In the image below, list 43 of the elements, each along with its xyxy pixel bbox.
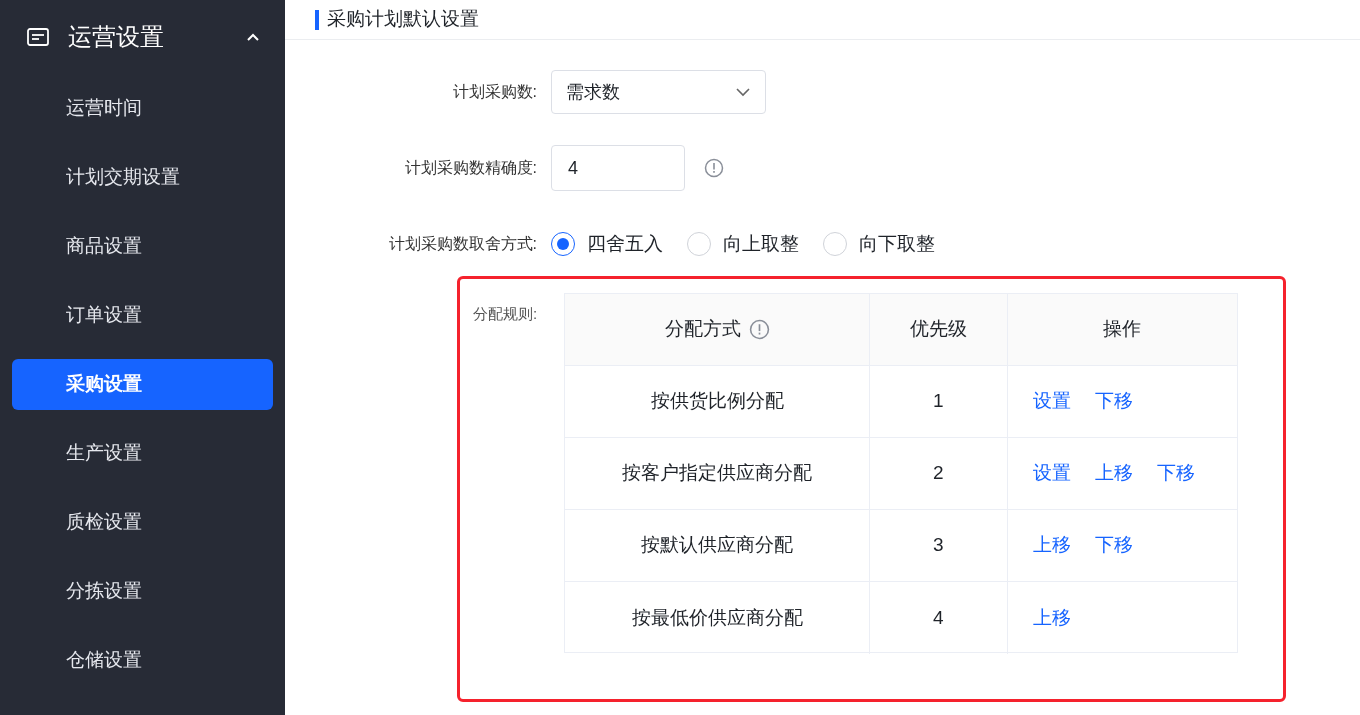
action-link[interactable]: 下移 xyxy=(1094,387,1133,416)
field-label: 计划采购数取舍方式: xyxy=(387,234,538,254)
select-field[interactable]: 需求数 xyxy=(551,70,766,114)
action-link[interactable]: 上移 xyxy=(1094,459,1133,488)
input-field[interactable]: 4 xyxy=(551,145,685,191)
list-icon xyxy=(26,25,50,49)
column-header: 操作 xyxy=(1102,317,1143,342)
table-cell: 2 xyxy=(870,438,1008,509)
table-cell: 按默认供应商分配 xyxy=(565,510,871,581)
radio-option[interactable]: 四舍五入 xyxy=(551,229,663,259)
info-icon xyxy=(748,319,770,340)
field-label: 分配规则: xyxy=(473,304,539,324)
column-header: 优先级 xyxy=(870,294,1008,365)
table-cell: 4 xyxy=(870,582,1008,654)
action-link[interactable]: 上移 xyxy=(1032,531,1071,560)
table-cell: 按最低价供应商分配 xyxy=(565,582,871,654)
action-link[interactable]: 下移 xyxy=(1156,459,1195,488)
action-link[interactable]: 设置 xyxy=(1032,459,1071,488)
action-link[interactable]: 下移 xyxy=(1094,531,1133,560)
menu-item[interactable]: 订单设置 xyxy=(12,290,273,341)
radio-option[interactable]: 向下取整 xyxy=(823,229,935,259)
menu-item[interactable]: 运营时间 xyxy=(12,83,273,134)
action-link[interactable]: 设置 xyxy=(1032,387,1071,416)
field-label: 计划采购数: xyxy=(451,82,538,102)
table-cell: 按供货比例分配 xyxy=(565,366,871,437)
menu-item[interactable]: 质检设置 xyxy=(12,497,273,548)
menu-item[interactable]: 商品设置 xyxy=(12,221,273,272)
menu-group-header[interactable]: 运营设置 xyxy=(0,0,285,74)
field-label: 计划采购数精确度: xyxy=(403,158,538,178)
action-link[interactable]: 上移 xyxy=(1032,603,1071,633)
column-header: 分配方式 xyxy=(565,294,871,365)
title-accent-bar xyxy=(315,9,319,30)
menu-item[interactable]: 计划交期设置 xyxy=(12,152,273,203)
info-icon xyxy=(704,158,724,178)
radio-option[interactable]: 向上取整 xyxy=(687,229,799,259)
menu-item[interactable]: 生产设置 xyxy=(12,428,273,479)
table-cell: 1 xyxy=(870,366,1008,437)
section-title: 采购计划默认设置 xyxy=(327,7,479,32)
table-cell: 按客户指定供应商分配 xyxy=(565,438,871,509)
table-cell: 3 xyxy=(870,510,1008,581)
menu-item[interactable]: 采购设置 xyxy=(12,359,273,410)
menu-item[interactable]: 仓储设置 xyxy=(12,635,273,686)
menu-item[interactable]: 分拣设置 xyxy=(12,566,273,617)
